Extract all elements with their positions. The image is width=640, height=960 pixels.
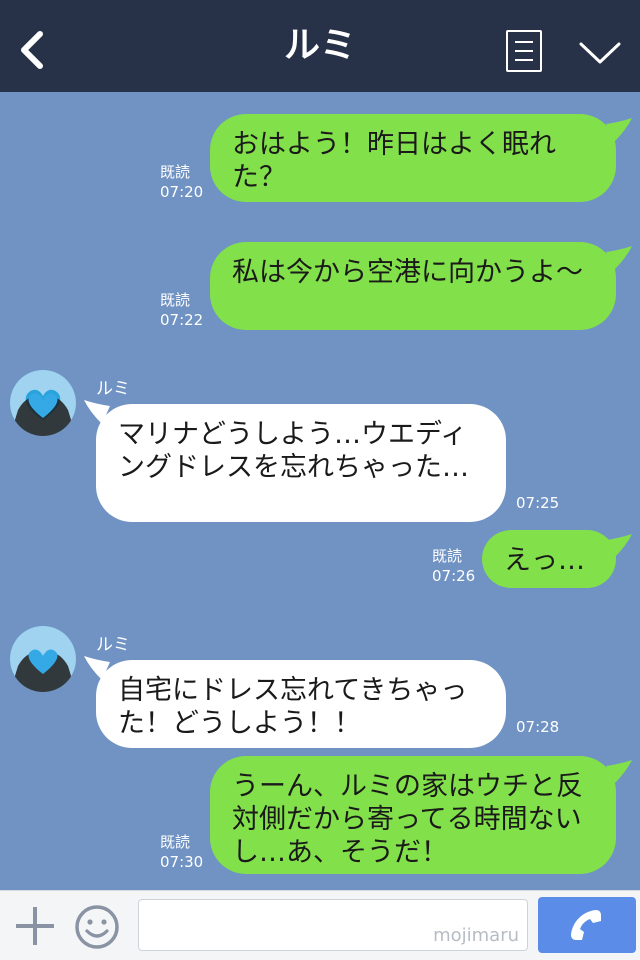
- phone-icon: [571, 910, 601, 940]
- read-receipt: 既読: [160, 833, 191, 851]
- menu-list-icon[interactable]: [506, 30, 542, 72]
- chevron-down-icon[interactable]: [578, 40, 622, 66]
- avatar-image: [10, 626, 76, 692]
- read-receipt: 既読: [432, 547, 463, 565]
- bubble-tail: [606, 760, 632, 784]
- message-input-bar: mojimaru: [0, 890, 640, 960]
- watermark-text: mojimaru: [433, 925, 519, 946]
- message-time: 07:22: [160, 311, 204, 329]
- bubble-tail: [606, 534, 632, 558]
- message-bubble-mine[interactable]: うーん、ルミの家はウチと反対側だから寄ってる時間ないし…あ、そうだ！: [210, 756, 616, 874]
- plus-icon[interactable]: [14, 905, 56, 947]
- message-text: マリナどうしよう…ウエディングドレスを忘れちゃった…: [118, 419, 469, 483]
- contact-name: ルミ: [96, 635, 130, 655]
- message-meta: 既読 07:20: [160, 162, 203, 202]
- contact-avatar[interactable]: [10, 370, 76, 436]
- message-text: えっ…: [504, 545, 585, 576]
- chat-area[interactable]: 既読 07:20 おはよう！昨日はよく眠れた？ 既読 07:22 私は今から空港…: [0, 92, 640, 890]
- bubble-tail: [606, 118, 632, 142]
- message-bubble-contact[interactable]: 自宅にドレス忘れてきちゃった！どうしよう！！: [96, 660, 506, 748]
- message-time: 07:26: [432, 567, 476, 585]
- message-meta: 既読 07:22: [160, 290, 203, 330]
- message-bubble-contact[interactable]: マリナどうしよう…ウエディングドレスを忘れちゃった…: [96, 404, 506, 522]
- message-time: 07:28: [516, 718, 560, 736]
- contact-name: ルミ: [96, 379, 130, 399]
- message-bubble-mine[interactable]: おはよう！昨日はよく眠れた？: [210, 114, 616, 202]
- message-text: おはよう！昨日はよく眠れた？: [232, 129, 556, 193]
- read-receipt: 既読: [160, 163, 191, 181]
- contact-avatar[interactable]: [10, 626, 76, 692]
- message-text: 自宅にドレス忘れてきちゃった！どうしよう！！: [118, 675, 468, 739]
- message-meta: 既読 07:30: [160, 832, 203, 872]
- message-time: 07:30: [160, 853, 204, 871]
- bubble-tail: [606, 246, 632, 270]
- message-meta: 既読 07:26: [432, 546, 475, 586]
- call-button[interactable]: [538, 897, 636, 953]
- read-receipt: 既読: [160, 291, 191, 309]
- message-bubble-mine[interactable]: 私は今から空港に向かうよ〜: [210, 242, 616, 330]
- message-input[interactable]: mojimaru: [138, 899, 528, 951]
- avatar-image: [10, 370, 76, 436]
- message-bubble-mine[interactable]: えっ…: [482, 530, 616, 588]
- message-text: 私は今から空港に向かうよ〜: [232, 257, 583, 288]
- chat-header: ルミ: [0, 0, 640, 92]
- message-time: 07:25: [516, 494, 560, 512]
- message-time: 07:20: [160, 183, 204, 201]
- message-text: うーん、ルミの家はウチと反対側だから寄ってる時間ないし…あ、そうだ！: [232, 771, 583, 868]
- chat-title: ルミ: [283, 25, 356, 66]
- smiley-icon[interactable]: [74, 904, 120, 950]
